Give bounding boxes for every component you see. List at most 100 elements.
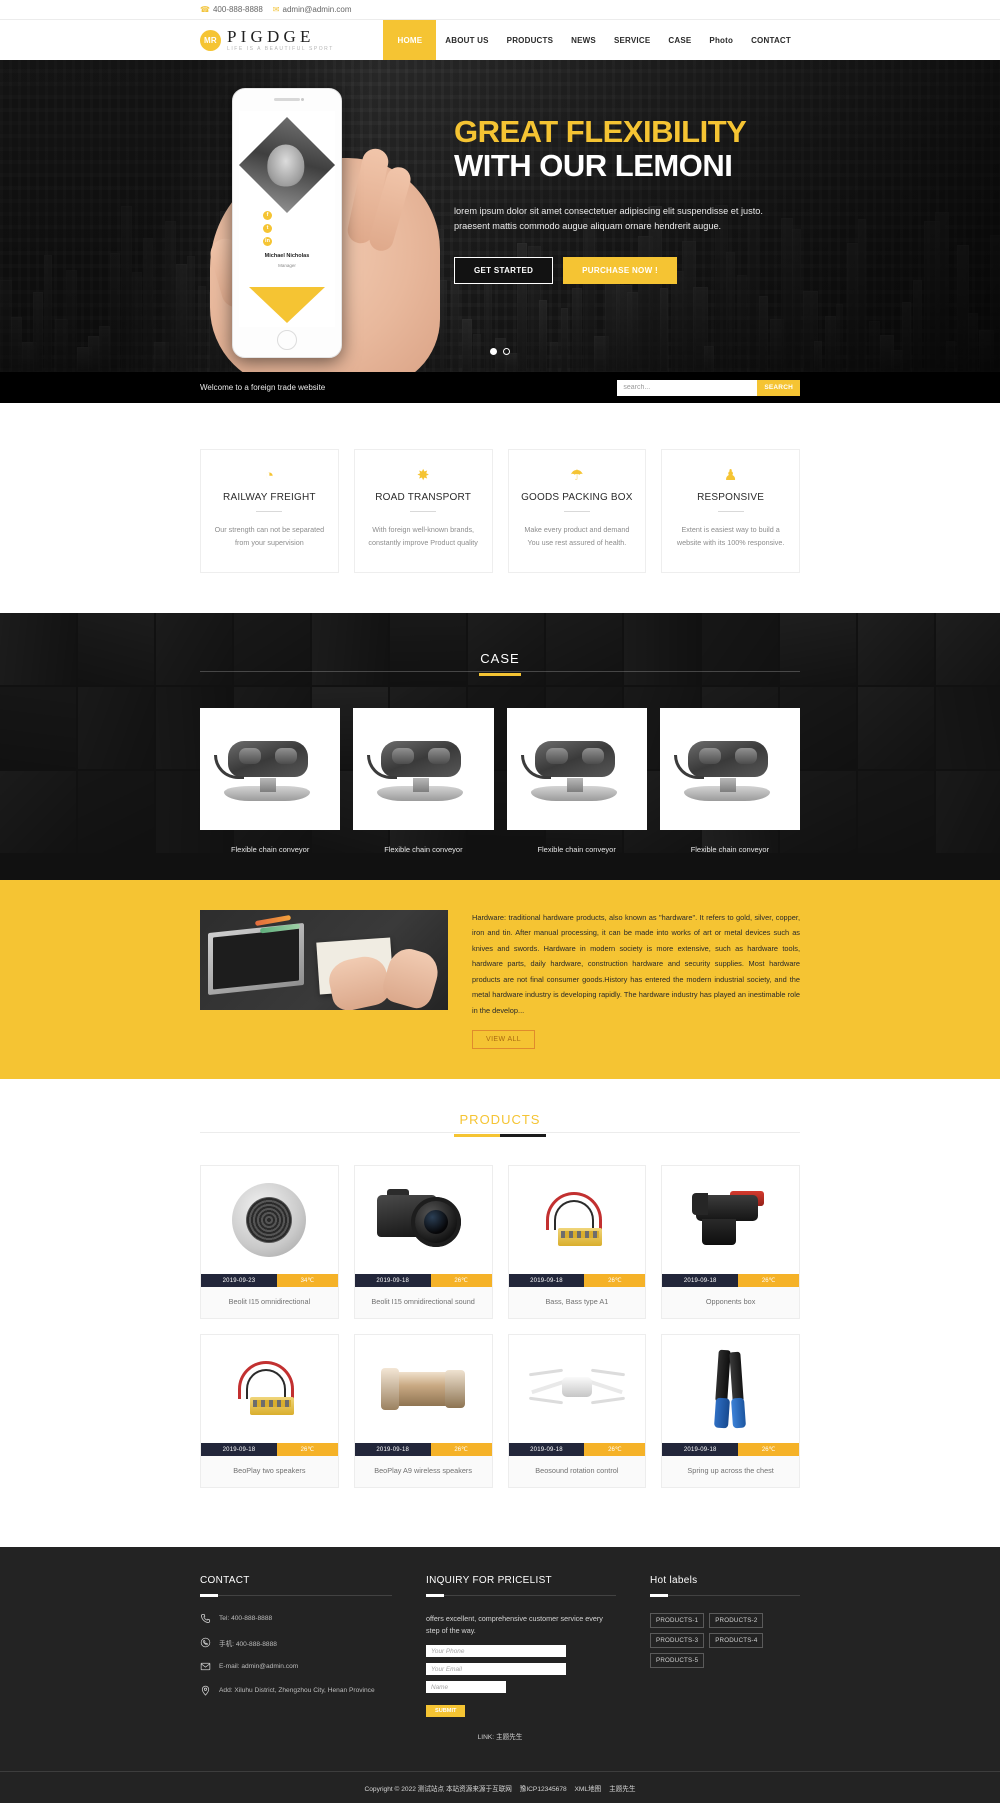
theme-credit[interactable]: 主题先生: [609, 1786, 635, 1793]
topbar-phone[interactable]: ☎ 400-888-8888: [200, 5, 263, 14]
slider-dot-1[interactable]: [490, 348, 497, 355]
product-card[interactable]: 2019-09-18 26℃ Spring up across the chest: [661, 1334, 800, 1489]
product-date: 2019-09-18: [354, 1274, 431, 1288]
service-card-2[interactable]: ✸ ROAD TRANSPORT With foreign well-known b…: [353, 449, 493, 573]
product-image-crimping-tool: [711, 1350, 751, 1429]
product-temperature: 26℃: [430, 1443, 492, 1457]
footer-hotlabels-column: Hot labels PRODUCTS-1 PRODUCTS-2 PRODUCTS-…: [650, 1575, 800, 1717]
product-card[interactable]: 2019-09-18 26℃ BeoPlay two speakers: [200, 1334, 339, 1489]
product-date: 2019-09-18: [508, 1274, 585, 1288]
nav-item-contact[interactable]: CONTACT: [742, 20, 800, 60]
phone-icon: ☎: [200, 4, 210, 14]
product-meta: 2019-09-18 26℃: [662, 1274, 799, 1288]
product-thumbnail[interactable]: [201, 1166, 338, 1275]
product-card[interactable]: 2019-09-18 26℃ Opponents box: [661, 1165, 800, 1320]
nav-item-home[interactable]: HOME: [383, 20, 437, 60]
about-image: [200, 909, 448, 1010]
product-meta: 2019-09-18 26℃: [354, 1274, 492, 1288]
social-icons[interactable]: f t in: [263, 211, 272, 250]
slider-dot-2[interactable]: [503, 348, 510, 355]
product-thumbnail[interactable]: [508, 1335, 646, 1444]
product-thumbnail[interactable]: [354, 1335, 492, 1444]
inquiry-submit-button[interactable]: SUBMIT: [426, 1705, 466, 1718]
footer-inquiry-column: INQUIRY FOR PRICELIST offers excellent, …: [426, 1575, 616, 1718]
topbar-email[interactable]: ✉ admin@admin.com: [273, 5, 352, 14]
nav-item-service[interactable]: SERVICE: [605, 20, 659, 60]
product-thumbnail[interactable]: [354, 1166, 492, 1275]
case-item-4[interactable]: Flexible chain conveyor: [659, 707, 800, 854]
case-image[interactable]: [200, 707, 341, 830]
case-image[interactable]: [353, 707, 494, 830]
inquiry-heading-rule: [426, 1594, 616, 1598]
case-item-3[interactable]: Flexible chain conveyor: [506, 707, 647, 854]
laptop-illustration: [208, 922, 304, 995]
product-image-power-tool: [686, 1187, 776, 1253]
product-date: 2019-09-18: [354, 1443, 431, 1457]
phone-home-button: [277, 330, 297, 350]
hot-label-5[interactable]: PRODUCTS-5: [650, 1653, 705, 1669]
product-thumbnail[interactable]: [201, 1335, 338, 1444]
case-image[interactable]: [506, 707, 647, 830]
product-name: Opponents box: [705, 1297, 756, 1307]
link-theme[interactable]: 主题先生: [496, 1734, 522, 1741]
welcome-text: Welcome to a foreign trade website: [200, 383, 326, 392]
main-nav[interactable]: HOME ABOUT US PRODUCTS NEWS SERVICE CASE Photo…: [383, 20, 800, 60]
inquiry-email-input[interactable]: [426, 1663, 566, 1676]
site-logo[interactable]: MR PIGDGE LIFE IS A BEAUTIFUL SPORT: [200, 28, 334, 52]
product-card[interactable]: 2019-09-18 26℃ Beolit I15 omnidirectional …: [353, 1165, 493, 1320]
product-name: Beolit I15 omnidirectional sound: [371, 1297, 475, 1307]
case-item-2[interactable]: Flexible chain conveyor: [353, 707, 494, 854]
social-icon-in[interactable]: in: [263, 237, 272, 246]
product-name: Beolit I15 omnidirectional: [228, 1297, 311, 1307]
hot-labels-list[interactable]: PRODUCTS-1 PRODUCTS-2 PRODUCTS-3 PRODUCTS-4…: [650, 1613, 800, 1669]
contact-row-1: Tel: 400-888-8888: [200, 1613, 392, 1624]
contact-heading: CONTACT: [200, 1575, 250, 1587]
social-icon-t[interactable]: t: [263, 224, 272, 233]
hot-label-4[interactable]: PRODUCTS-4: [709, 1633, 764, 1649]
service-card-3[interactable]: ☂ GOODS PACKING BOX Make every product and…: [507, 449, 647, 573]
nav-item-products[interactable]: PRODUCTS: [498, 20, 563, 60]
inquiry-name-input[interactable]: [426, 1681, 506, 1694]
case-image[interactable]: [659, 707, 800, 830]
search-form[interactable]: SEARCH: [617, 379, 800, 396]
hot-label-3[interactable]: PRODUCTS-3: [650, 1633, 705, 1649]
welcome-search-strip: Welcome to a foreign trade website SEARC…: [0, 372, 1000, 403]
railway-freight-icon: ◔: [264, 467, 274, 484]
product-thumbnail[interactable]: [662, 1166, 799, 1275]
hot-label-1[interactable]: PRODUCTS-1: [650, 1613, 705, 1629]
service-card-1[interactable]: ◔ RAILWAY FREIGHT Our strength can not be …: [200, 449, 339, 573]
nav-item-photo[interactable]: Photo: [700, 20, 742, 60]
case-item-1[interactable]: Flexible chain conveyor: [200, 707, 341, 854]
logo-name: PIGDGE: [227, 27, 315, 46]
nav-item-about-us[interactable]: ABOUT US: [436, 20, 497, 60]
nav-item-case[interactable]: CASE: [659, 20, 700, 60]
service-card-4[interactable]: ♟ RESPONSIVE Extent is easiest way to buil…: [661, 449, 800, 573]
responsive-icon: ♟: [723, 467, 738, 484]
sitemap-link[interactable]: XML地图: [575, 1786, 602, 1793]
mail-icon: ✉: [272, 4, 280, 14]
product-thumbnail[interactable]: [662, 1335, 799, 1444]
phone-camera-icon: [301, 98, 304, 101]
social-icon-f[interactable]: f: [263, 211, 272, 220]
hot-labels-heading-rule: [650, 1594, 800, 1598]
search-input[interactable]: [617, 379, 758, 396]
service-divider: [256, 511, 283, 512]
service-description: Extent is easiest way to build a website…: [676, 525, 785, 548]
slider-dots[interactable]: [490, 348, 510, 355]
hot-label-2[interactable]: PRODUCTS-2: [709, 1613, 764, 1629]
product-name: Bass, Bass type A1: [545, 1297, 609, 1307]
product-thumbnail[interactable]: [508, 1166, 646, 1275]
inquiry-phone-input[interactable]: [426, 1645, 566, 1658]
view-all-button[interactable]: VIEW ALL: [472, 1030, 536, 1050]
product-card[interactable]: 2019-09-18 26℃ Bass, Bass type A1: [507, 1165, 647, 1320]
nav-item-news[interactable]: NEWS: [562, 20, 605, 60]
product-temperature: 26℃: [738, 1274, 799, 1288]
product-card[interactable]: 2019-09-18 26℃ BeoPlay A9 wireless speaker…: [353, 1334, 493, 1489]
mail-icon: [200, 1661, 211, 1672]
product-card[interactable]: 2019-09-23 34℃ Beolit I15 omnidirectional: [200, 1165, 339, 1320]
search-button[interactable]: SEARCH: [757, 379, 800, 396]
purchase-now-button[interactable]: PURCHASE NOW !: [563, 256, 677, 284]
hero-banner: f t in Michael Nicholas Manager GREAT FLEX…: [0, 60, 1000, 372]
product-card[interactable]: 2019-09-18 26℃ Beosound rotation control: [507, 1334, 647, 1489]
get-started-button[interactable]: GET STARTED: [454, 256, 554, 284]
